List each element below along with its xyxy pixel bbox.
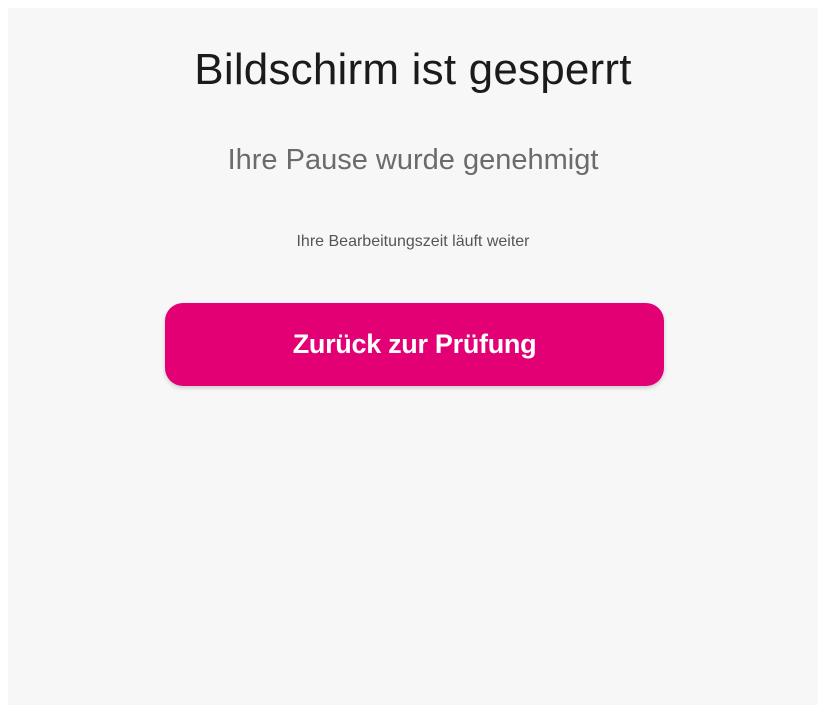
lock-screen-panel: Bildschirm ist gesperrt Ihre Pause wurde… (8, 8, 818, 705)
pause-approved-message: Ihre Pause wurde genehmigt (227, 144, 599, 176)
time-running-note: Ihre Bearbeitungszeit läuft weiter (296, 233, 530, 250)
return-to-exam-button[interactable]: Zurück zur Prüfung (165, 303, 664, 386)
lock-screen-title: Bildschirm ist gesperrt (194, 45, 632, 94)
